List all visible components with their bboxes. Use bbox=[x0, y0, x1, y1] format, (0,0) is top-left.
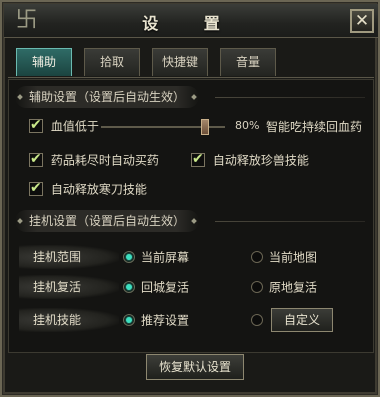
hp-percent: 80% bbox=[235, 119, 260, 132]
auto-cold-blade-checkbox[interactable]: ✔ bbox=[29, 179, 43, 196]
idle-range-label: 挂机范围 bbox=[19, 245, 119, 269]
hp-note: 智能吃持续回血药 bbox=[266, 120, 363, 134]
tab-bar: 辅助 拾取 快捷键 音量 bbox=[8, 40, 374, 78]
settings-panel: 辅助设置（设置后自动生效） ✔ 血值低于 80% 智能吃持续回血药 ✔ 药品耗尽… bbox=[8, 79, 374, 353]
check-icon: ✔ bbox=[30, 179, 42, 196]
reset-defaults-button[interactable]: 恢复默认设置 bbox=[146, 354, 244, 380]
radio-current-screen[interactable]: 当前屏幕 bbox=[123, 248, 189, 266]
tab-hotkeys[interactable]: 快捷键 bbox=[152, 48, 208, 76]
window-title: 设 置 bbox=[142, 14, 240, 33]
auto-buy-row: ✔ 药品耗尽时自动买药 bbox=[29, 151, 159, 169]
tab-volume[interactable]: 音量 bbox=[220, 48, 276, 76]
check-icon: ✔ bbox=[30, 116, 42, 133]
idle-skill-label: 挂机技能 bbox=[19, 308, 119, 332]
auto-rare-pet-checkbox[interactable]: ✔ bbox=[191, 150, 205, 167]
check-icon: ✔ bbox=[30, 150, 42, 167]
radio-current-map[interactable]: 当前地图 bbox=[251, 248, 317, 266]
radio-dot-selected bbox=[123, 250, 135, 263]
idle-revive-label: 挂机复活 bbox=[19, 275, 119, 299]
radio-custom[interactable] bbox=[251, 311, 269, 329]
title-bar: 卐 设 置 ✕ bbox=[4, 4, 378, 38]
auto-rare-pet-row: ✔ 自动释放珍兽技能 bbox=[191, 151, 309, 169]
close-button[interactable]: ✕ bbox=[350, 9, 374, 33]
radio-dot bbox=[251, 280, 263, 293]
close-icon: ✕ bbox=[354, 11, 370, 31]
radio-dot bbox=[251, 250, 263, 263]
assist-divider bbox=[215, 97, 365, 98]
hp-slider-thumb[interactable] bbox=[201, 119, 209, 135]
custom-skill-button[interactable]: 自定义 bbox=[271, 308, 333, 332]
hp-low-checkbox[interactable]: ✔ bbox=[29, 116, 43, 133]
idle-divider bbox=[215, 221, 365, 222]
auto-cold-blade-label: 自动释放寒刀技能 bbox=[50, 182, 147, 197]
radio-dot-selected bbox=[123, 280, 135, 293]
hp-low-label: 血值低于 bbox=[50, 119, 99, 134]
auto-rare-pet-label: 自动释放珍兽技能 bbox=[212, 153, 309, 168]
radio-town-revive[interactable]: 回城复活 bbox=[123, 278, 189, 296]
settings-window: 卐 设 置 ✕ 辅助 拾取 快捷键 音量 辅助设置（设置后自动生效） ✔ 血值低… bbox=[0, 0, 380, 397]
check-icon: ✔ bbox=[192, 150, 204, 167]
radio-recommended[interactable]: 推荐设置 bbox=[123, 311, 189, 329]
radio-dot-selected bbox=[123, 313, 135, 326]
auto-buy-checkbox[interactable]: ✔ bbox=[29, 150, 43, 167]
tab-pickup[interactable]: 拾取 bbox=[84, 48, 140, 76]
auto-buy-label: 药品耗尽时自动买药 bbox=[50, 153, 159, 168]
radio-dot bbox=[251, 313, 263, 326]
assist-section-header: 辅助设置（设置后自动生效） bbox=[15, 86, 200, 108]
idle-section-header: 挂机设置（设置后自动生效） bbox=[15, 210, 200, 232]
tab-assist[interactable]: 辅助 bbox=[16, 48, 72, 76]
auto-cold-blade-row: ✔ 自动释放寒刀技能 bbox=[29, 180, 147, 198]
hp-low-row: ✔ 血值低于 bbox=[29, 117, 99, 135]
radio-spot-revive[interactable]: 原地复活 bbox=[251, 278, 317, 296]
hp-slider-track[interactable] bbox=[101, 119, 225, 135]
